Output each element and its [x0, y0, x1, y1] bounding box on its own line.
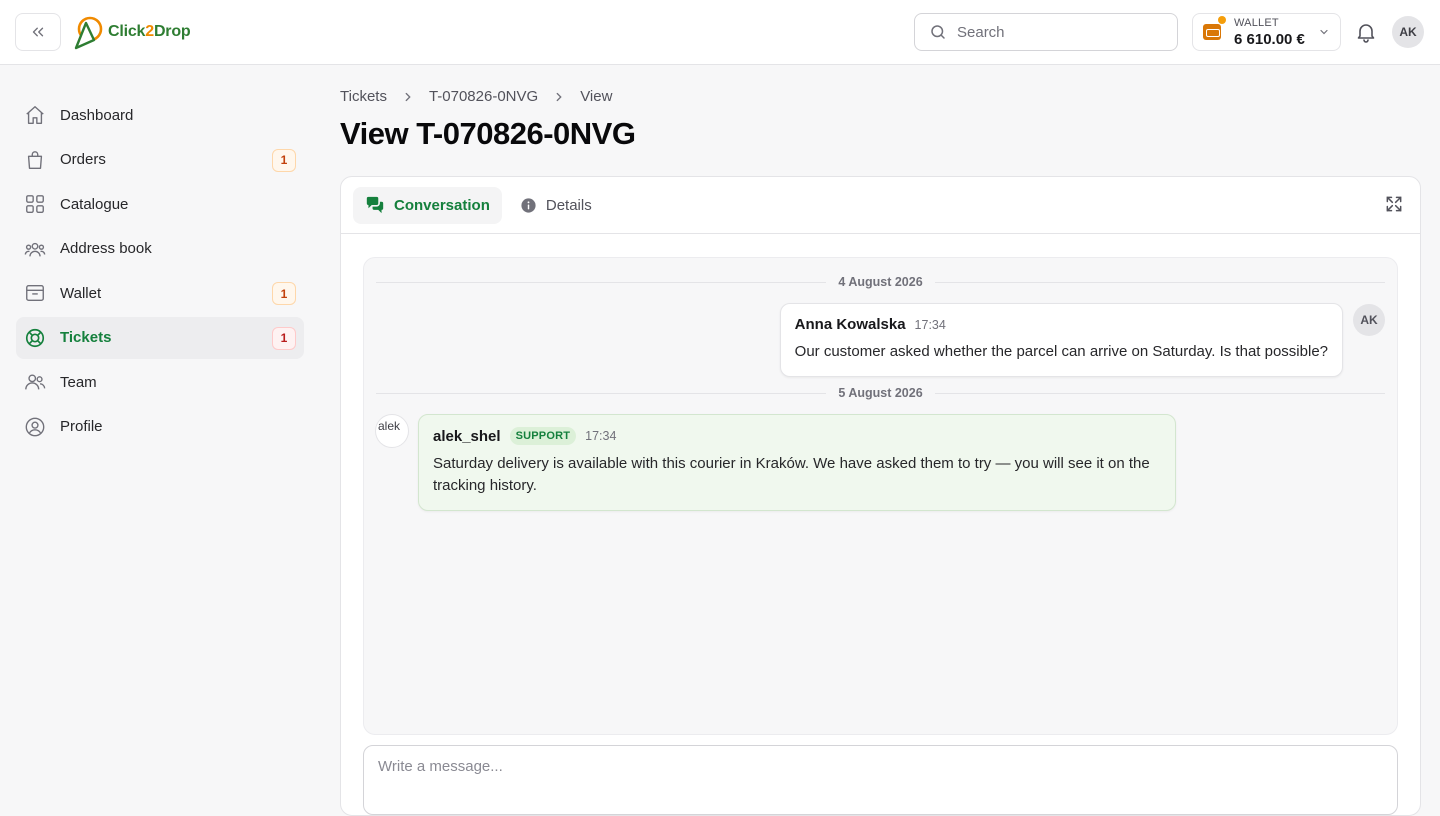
- wallet-notification-dot: [1218, 16, 1226, 24]
- page-title: View T-070826-0NVG: [340, 116, 636, 151]
- breadcrumb-current: View: [580, 88, 613, 105]
- breadcrumb-link-tickets[interactable]: Tickets: [340, 88, 387, 105]
- sidebar-item-tickets[interactable]: Tickets 1: [16, 316, 304, 359]
- search-box[interactable]: [914, 13, 1178, 51]
- users-icon: [25, 374, 46, 390]
- wallet-label: WALLET: [1234, 16, 1279, 29]
- wallet-balance: 6 610.00 €: [1234, 30, 1305, 48]
- orders-count-badge: 1: [272, 148, 296, 172]
- wallet-dropdown[interactable]: WALLET 6 610.00 €: [1192, 13, 1341, 51]
- conversation-thread[interactable]: 4 August 2026 Anna Kowalska 17:34 Our cu…: [363, 257, 1398, 735]
- sidebar-item-address-book[interactable]: Address book: [16, 228, 304, 270]
- ticket-card: Conversation Details 4 August 2026 Anna …: [340, 176, 1421, 816]
- chevrons-left-icon: [32, 27, 44, 37]
- sidebar-item-label: Profile: [60, 418, 103, 435]
- users-group-icon: [24, 242, 46, 256]
- message-author: alek_shel: [433, 427, 501, 445]
- grid-icon: [26, 195, 44, 213]
- user-avatar[interactable]: AK: [1392, 16, 1424, 48]
- breadcrumb-link-ticket[interactable]: T-070826-0NVG: [429, 88, 538, 105]
- wallet-count-badge: 1: [272, 282, 296, 305]
- sidebar-item-catalogue[interactable]: Catalogue: [16, 183, 304, 225]
- message-author: Anna Kowalska: [794, 316, 906, 333]
- search-input[interactable]: [957, 23, 1157, 41]
- day-separator-label: 4 August 2026: [838, 275, 923, 289]
- search-icon: [931, 25, 945, 39]
- tab-label: Details: [545, 196, 592, 214]
- info-circle-icon: [521, 197, 536, 213]
- logo-mark-icon: [74, 16, 103, 50]
- tab-label: Conversation: [394, 196, 490, 214]
- sidebar-item-label: Wallet: [60, 284, 102, 302]
- sidebar: Dashboard Orders 1 Catalogue Address boo…: [16, 94, 304, 450]
- sidebar-item-label: Catalogue: [60, 195, 129, 213]
- tickets-count-badge: 1: [272, 326, 296, 350]
- logo[interactable]: Click2Drop: [72, 13, 191, 51]
- chevron-right-icon: [405, 92, 411, 101]
- day-separator: 5 August 2026: [376, 383, 1386, 403]
- sidebar-item-orders[interactable]: Orders 1: [16, 139, 304, 181]
- message-text: Our customer asked whether the parcel ca…: [794, 343, 1328, 360]
- sidebar-item-label: Tickets: [60, 329, 112, 346]
- shopping-bag-icon: [27, 150, 43, 169]
- lifebuoy-icon: [25, 328, 45, 347]
- day-separator: 4 August 2026: [376, 272, 1386, 292]
- tab-bar: Conversation Details: [341, 177, 1420, 234]
- logo-text: Click2Drop: [108, 23, 191, 40]
- sidebar-item-label: Dashboard: [60, 106, 134, 124]
- sidebar-item-profile[interactable]: Profile: [16, 406, 304, 448]
- archive-box-icon: [26, 284, 44, 302]
- tab-details[interactable]: Details: [508, 187, 604, 224]
- chevron-right-icon: [556, 92, 562, 101]
- chat-bubbles-icon: [366, 196, 384, 214]
- chevron-down-icon: [1320, 29, 1328, 35]
- message-time: 17:34: [914, 317, 946, 332]
- sidebar-item-team[interactable]: Team: [16, 361, 304, 403]
- message-bubble: alek_shel SUPPORT 17:34 Saturday deliver…: [418, 414, 1176, 511]
- support-badge: SUPPORT: [509, 427, 577, 445]
- sidebar-item-label: Address book: [60, 240, 152, 257]
- message-text: Saturday delivery is available with this…: [433, 455, 1150, 494]
- message-input[interactable]: [378, 758, 1383, 798]
- user-circle-icon: [25, 417, 45, 436]
- message-bubble: Anna Kowalska 17:34 Our customer asked w…: [779, 303, 1343, 377]
- sidebar-item-dashboard[interactable]: Dashboard: [16, 94, 304, 136]
- tab-conversation[interactable]: Conversation: [353, 186, 502, 224]
- expand-icon[interactable]: [1384, 194, 1404, 214]
- home-icon: [26, 106, 44, 124]
- avatar: alek: [375, 414, 409, 448]
- day-separator-label: 5 August 2026: [838, 386, 923, 400]
- bell-icon[interactable]: [1354, 20, 1378, 44]
- breadcrumb: Tickets T-070826-0NVG View: [340, 88, 612, 105]
- top-bar: Click2Drop WALLET 6 610.00 € AK: [0, 0, 1440, 65]
- message-composer[interactable]: [363, 745, 1398, 815]
- avatar: AK: [1353, 304, 1385, 336]
- wallet-icon: [1203, 24, 1221, 40]
- sidebar-item-wallet[interactable]: Wallet 1: [16, 272, 304, 314]
- sidebar-item-label: Team: [60, 373, 97, 391]
- sidebar-item-label: Orders: [60, 151, 106, 168]
- collapse-sidebar-button[interactable]: [15, 13, 61, 51]
- message-time: 17:34: [585, 429, 617, 443]
